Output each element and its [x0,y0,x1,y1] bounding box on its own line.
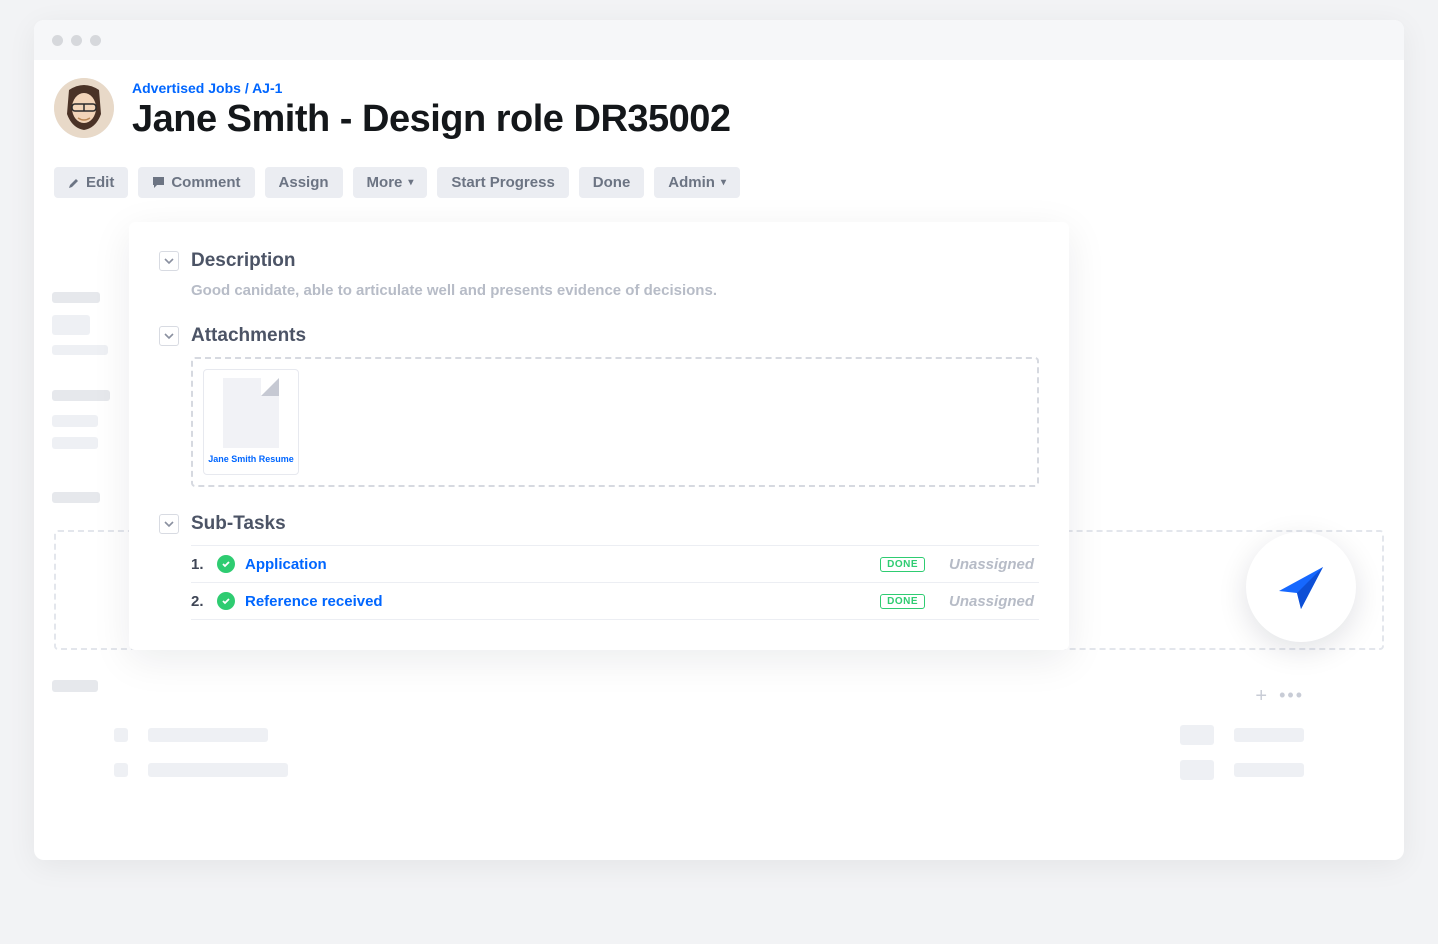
edit-button[interactable]: Edit [54,167,128,198]
admin-button[interactable]: Admin ▾ [654,167,740,198]
check-icon [217,592,235,610]
file-name: Jane Smith Resume [208,454,294,465]
page-title: Jane Smith - Design role DR35002 [132,98,731,141]
subtask-row[interactable]: 2. Reference received DONE Unassigned [191,583,1039,620]
description-section: Description Good canidate, able to artic… [159,250,1039,299]
chevron-down-icon [164,256,174,266]
collapse-toggle[interactable] [159,251,179,271]
traffic-light-minimize[interactable] [71,35,82,46]
section-title: Description [191,250,296,272]
subtask-row[interactable]: 1. Application DONE Unassigned [191,545,1039,583]
assign-button[interactable]: Assign [265,167,343,198]
skeleton [52,390,117,449]
chevron-down-icon: ▾ [721,177,726,188]
chevron-down-icon: ▾ [408,177,413,188]
plus-icon[interactable]: + [1255,685,1267,708]
pencil-icon [68,177,80,189]
assignee: Unassigned [949,593,1039,610]
paper-plane-icon [1271,557,1331,617]
section-title: Sub-Tasks [191,513,286,535]
done-button[interactable]: Done [579,167,645,198]
collapse-toggle[interactable] [159,326,179,346]
description-text: Good canidate, able to articulate well a… [191,282,1039,299]
section-title: Attachments [191,325,306,347]
comment-label: Comment [171,174,240,191]
status-badge: DONE [880,557,925,572]
breadcrumb[interactable]: Advertised Jobs / AJ-1 [132,80,731,96]
traffic-light-zoom[interactable] [90,35,101,46]
subtasks-section: Sub-Tasks 1. Application DONE Unassigned… [159,513,1039,620]
avatar[interactable] [54,78,114,138]
admin-label: Admin [668,174,715,191]
more-label: More [367,174,403,191]
chevron-down-icon [164,519,174,529]
attachments-section: Attachments Jane Smith Resume [159,325,1039,487]
attachments-dropzone[interactable]: Jane Smith Resume [191,357,1039,487]
assignee: Unassigned [949,556,1039,573]
header-text: Advertised Jobs / AJ-1 Jane Smith - Desi… [132,78,731,141]
skeleton [52,292,117,355]
issue-card: Description Good canidate, able to artic… [129,222,1069,650]
subtask-link[interactable]: Reference received [245,593,870,610]
start-progress-button[interactable]: Start Progress [437,167,568,198]
status-badge: DONE [880,594,925,609]
avatar-image [54,78,114,138]
edit-label: Edit [86,174,114,191]
skeleton [52,492,117,503]
subtask-number: 2. [191,593,207,610]
subtask-number: 1. [191,556,207,573]
collapse-toggle[interactable] [159,514,179,534]
more-icon[interactable]: ••• [1279,685,1304,708]
titlebar [34,20,1404,60]
page: Advertised Jobs / AJ-1 Jane Smith - Desi… [34,60,1404,690]
skeleton-row [114,725,1304,745]
header: Advertised Jobs / AJ-1 Jane Smith - Desi… [54,78,1384,141]
attachment-file[interactable]: Jane Smith Resume [203,369,299,475]
subtask-link[interactable]: Application [245,556,870,573]
send-fab[interactable] [1246,532,1356,642]
skeleton-row [114,760,1304,780]
toolbar: Edit Comment Assign More ▾ Start Progres… [54,167,1384,198]
comment-icon [152,176,165,189]
chevron-down-icon [164,331,174,341]
bg-actions: + ••• [1255,685,1304,708]
skeleton [52,680,117,692]
file-icon [223,378,279,448]
check-icon [217,555,235,573]
traffic-light-close[interactable] [52,35,63,46]
browser-window: Advertised Jobs / AJ-1 Jane Smith - Desi… [34,20,1404,860]
comment-button[interactable]: Comment [138,167,254,198]
more-button[interactable]: More ▾ [353,167,428,198]
